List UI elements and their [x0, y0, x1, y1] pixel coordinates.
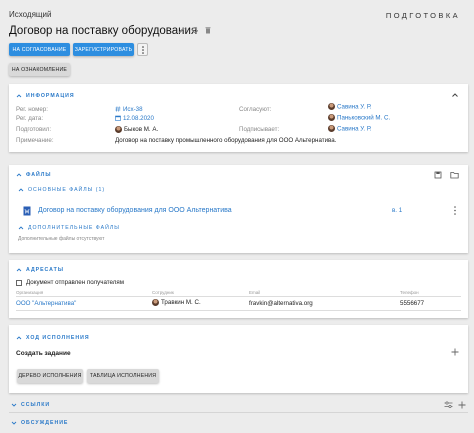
info-section-header[interactable]: ИНФОРМАЦИЯ	[16, 93, 75, 99]
chevron-up-icon	[16, 94, 22, 98]
status-badge: ПОДГОТОВКА	[385, 11, 460, 20]
file-version[interactable]: в. 1	[392, 207, 402, 214]
files-section-title: ФАЙЛЫ	[26, 172, 52, 178]
recipients-section-title: АДРЕСАТЫ	[26, 267, 64, 273]
discussion-section-header[interactable]: ОБСУЖДЕНИЕ	[11, 420, 68, 426]
avatar	[328, 103, 335, 110]
more-actions-button[interactable]	[137, 43, 148, 56]
refresh-icon[interactable]	[191, 26, 199, 34]
main-file-link[interactable]: Договор на поставку оборудования для ООО…	[38, 207, 232, 214]
word-file-icon	[23, 206, 31, 218]
filter-icon[interactable]	[444, 401, 453, 411]
reg-number-label: Рег. номер:	[16, 106, 48, 113]
save-icon[interactable]	[434, 171, 442, 181]
reg-number[interactable]: Исх-38	[123, 106, 143, 113]
main-files-title: ОСНОВНЫЕ ФАЙЛЫ (1)	[28, 187, 106, 193]
execution-tree-button[interactable]: ДЕРЕВО ИСПОЛНЕНИЯ	[17, 369, 83, 383]
chevron-up-icon	[16, 336, 22, 340]
info-card: ИНФОРМАЦИЯ Рег. номер: Исх-38 Рег. дата:…	[9, 84, 468, 152]
main-files-header[interactable]: ОСНОВНЫЕ ФАЙЛЫ (1)	[18, 187, 105, 193]
approver-1-name[interactable]: Савина У. Р.	[337, 103, 372, 110]
signer-name[interactable]: Савина У. Р.	[337, 125, 372, 132]
col-org: Организация	[16, 290, 44, 295]
discussion-section-title: ОБСУЖДЕНИЕ	[21, 420, 69, 426]
plus-icon	[458, 401, 466, 409]
recipient-org[interactable]: ООО "Альтернатива"	[16, 300, 76, 307]
col-email: Email	[249, 290, 261, 295]
col-employee: Сотрудник	[152, 290, 174, 295]
folder-icon[interactable]	[450, 171, 459, 181]
signer[interactable]: Савина У. Р.	[328, 125, 372, 132]
avatar	[328, 125, 335, 132]
delete-icon[interactable]	[204, 26, 212, 34]
recipient-email: fravkin@alternativa.org	[249, 300, 313, 307]
edit-icon[interactable]	[178, 26, 186, 34]
files-section-header[interactable]: ФАЙЛЫ	[16, 172, 52, 178]
chevron-up-icon	[18, 188, 24, 192]
sent-label: Документ отправлен получателям	[26, 279, 124, 286]
add-task-button[interactable]	[451, 348, 459, 358]
create-task-label: Создать задание	[16, 350, 71, 357]
avatar	[115, 126, 122, 133]
chevron-up-icon	[18, 226, 24, 230]
note-label: Примечание:	[16, 137, 54, 144]
info-section-title: ИНФОРМАЦИЯ	[26, 93, 75, 99]
file-more-button[interactable]	[454, 206, 456, 217]
reg-date-value: 12.08.2020	[115, 115, 154, 122]
chevron-down-icon	[11, 421, 17, 425]
send-for-approval-button[interactable]: НА СОГЛАСОВАНИЕ	[9, 43, 70, 56]
reg-date[interactable]: 12.08.2020	[123, 115, 154, 122]
collapse-chevron-icon[interactable]	[451, 91, 459, 101]
reg-number-value: Исх-38	[115, 106, 143, 113]
chevron-up-icon	[16, 268, 22, 272]
files-card: ФАЙЛЫ ОСНОВНЫЕ ФАЙЛЫ (1) Договор на пост…	[9, 165, 468, 253]
approvers-label: Согласуют:	[239, 106, 272, 113]
extra-files-header[interactable]: ДОПОЛНИТЕЛЬНЫЕ ФАЙЛЫ	[18, 225, 120, 231]
approver-2-name[interactable]: Паньковский М. С.	[337, 114, 390, 121]
approver-2[interactable]: Паньковский М. С.	[328, 114, 390, 121]
add-link-button[interactable]	[458, 401, 466, 411]
signer-label: Подписывает:	[239, 126, 280, 133]
recipients-section-header[interactable]: АДРЕСАТЫ	[16, 267, 64, 273]
prepared-value: Быков М. А.	[115, 126, 158, 133]
chevron-down-icon	[11, 403, 17, 407]
reg-date-label: Рег. дата:	[16, 115, 44, 122]
execution-table-button[interactable]: ТАБЛИЦА ИСПОЛНЕНИЯ	[87, 369, 159, 383]
recipient-employee-name: Травкин М. С.	[161, 299, 201, 307]
sent-checkbox[interactable]	[16, 279, 22, 286]
avatar	[152, 299, 159, 306]
recipient-employee: Травкин М. С.	[152, 299, 201, 306]
hash-icon	[115, 106, 121, 112]
avatar	[328, 114, 335, 121]
section-divider	[9, 412, 468, 413]
calendar-icon	[115, 115, 121, 121]
more-vertical-icon	[141, 45, 144, 54]
more-vertical-icon	[454, 206, 456, 215]
extra-files-title: ДОПОЛНИТЕЛЬНЫЕ ФАЙЛЫ	[28, 225, 120, 231]
process-section-title: ХОД ИСПОЛНЕНИЯ	[26, 335, 90, 341]
page-title: Договор на поставку оборудования	[9, 25, 198, 37]
prepared-label: Подготовил:	[16, 126, 52, 133]
process-section-header[interactable]: ХОД ИСПОЛНЕНИЯ	[16, 335, 90, 341]
register-button[interactable]: ЗАРЕГИСТРИРОВАТЬ	[73, 43, 134, 56]
prepared-name: Быков М. А.	[124, 126, 159, 134]
links-section-header[interactable]: ССЫЛКИ	[11, 402, 50, 408]
table-divider	[16, 310, 461, 311]
document-type-label: Исходящий	[9, 10, 52, 19]
col-phone: Телефон	[400, 290, 419, 295]
plus-icon	[451, 348, 459, 356]
send-for-review-button[interactable]: НА ОЗНАКОМЛЕНИЕ	[9, 63, 70, 76]
links-section-title: ССЫЛКИ	[21, 402, 51, 408]
chevron-up-icon	[16, 173, 22, 177]
table-divider	[16, 296, 461, 297]
note-value: Договор на поставку промышленного оборуд…	[115, 137, 337, 144]
sent-checkbox-row[interactable]: Документ отправлен получателям	[16, 279, 124, 286]
approver-1[interactable]: Савина У. Р.	[328, 103, 372, 110]
extra-files-empty: Дополнительные файлы отсутствуют	[18, 236, 105, 242]
process-card: ХОД ИСПОЛНЕНИЯ Создать задание ДЕРЕВО ИС…	[9, 325, 468, 393]
recipients-card: АДРЕСАТЫ Документ отправлен получателям …	[9, 260, 468, 318]
recipient-phone: 5556677	[400, 300, 425, 307]
